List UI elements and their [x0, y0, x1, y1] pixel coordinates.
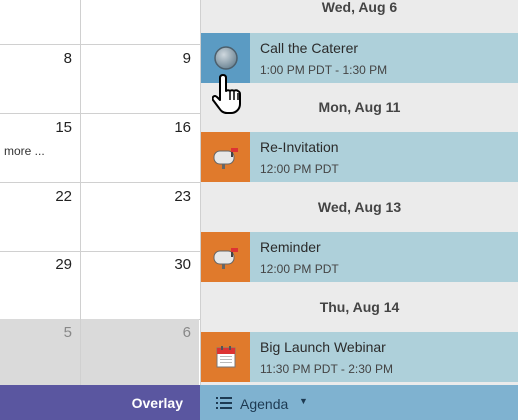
agenda-view-dropdown[interactable]: Agenda ▼ — [200, 385, 518, 420]
chevron-down-icon: ▼ — [299, 396, 308, 406]
agenda-event[interactable]: Big Launch Webinar 11:30 PM PDT - 2:30 P… — [201, 332, 518, 382]
mailbox-icon — [201, 232, 250, 282]
list-icon — [216, 397, 232, 409]
day-number: 8 — [63, 50, 72, 67]
event-time: 12:00 PM PDT — [260, 162, 339, 176]
overlay-tab-label: Overlay — [131, 395, 183, 411]
agenda-event[interactable]: Re-Invitation 12:00 PM PDT — [201, 132, 518, 182]
calendar-day-cell[interactable]: 9 — [81, 45, 199, 113]
calendar-day-cell[interactable]: 30 — [81, 251, 199, 319]
agenda-event[interactable]: Reminder 12:00 PM PDT — [201, 232, 518, 282]
agenda-date-header: Wed, Aug 6 — [321, 0, 398, 15]
day-number: 23 — [174, 188, 191, 205]
calendar-icon — [201, 332, 250, 382]
calendar-day-cell[interactable] — [0, 0, 81, 44]
event-title: Call the Caterer — [260, 40, 359, 56]
event-title: Reminder — [260, 239, 321, 255]
event-title: Re-Invitation — [260, 139, 339, 155]
calendar-week-row: 5 6 — [0, 319, 200, 385]
overlay-tab[interactable]: Overlay — [0, 385, 200, 420]
month-calendar: 8 9 15 more ... 16 22 23 29 30 5 6 — [0, 0, 201, 385]
calendar-week-row: 22 23 — [0, 183, 200, 252]
day-number: 22 — [55, 188, 72, 205]
day-number: 29 — [55, 256, 72, 273]
day-number: 16 — [174, 119, 191, 136]
day-number: 5 — [63, 324, 72, 341]
calendar-day-cell[interactable]: 16 — [81, 114, 199, 182]
agenda-date-header: Wed, Aug 13 — [317, 199, 402, 215]
calendar-day-cell[interactable]: 8 — [0, 45, 81, 113]
agenda-list: Wed, Aug 6 Call the Caterer 1:00 PM PDT … — [201, 0, 518, 385]
mailbox-icon — [201, 132, 250, 182]
day-number: 6 — [182, 324, 191, 341]
day-number: 15 — [55, 119, 72, 136]
hand-cursor-icon — [212, 74, 241, 114]
event-time: 11:30 PM PDT - 2:30 PM — [260, 362, 393, 376]
event-time: 1:00 PM PDT - 1:30 PM — [260, 63, 388, 77]
calendar-week-row — [0, 0, 200, 45]
calendar-week-row: 29 30 — [0, 251, 200, 320]
calendar-day-cell[interactable]: 5 — [0, 319, 81, 385]
calendar-day-cell[interactable]: 22 — [0, 183, 81, 251]
calendar-week-row: 8 9 — [0, 45, 200, 114]
calendar-day-cell[interactable]: 6 — [81, 319, 199, 385]
agenda-date-header: Thu, Aug 14 — [319, 299, 400, 315]
view-switcher-bar: Overlay Agenda ▼ — [0, 385, 518, 420]
event-title: Big Launch Webinar — [260, 339, 386, 355]
agenda-view-label: Agenda — [240, 396, 289, 412]
calendar-week-row: 15 more ... 16 — [0, 114, 200, 183]
calendar-day-cell[interactable]: 29 — [0, 251, 81, 319]
event-time: 12:00 PM PDT — [260, 262, 339, 276]
calendar-day-cell[interactable]: 15 more ... — [0, 114, 81, 182]
calendar-day-cell[interactable]: 23 — [81, 183, 199, 251]
day-number: 9 — [182, 50, 191, 67]
calendar-day-cell[interactable] — [81, 0, 199, 44]
day-number: 30 — [174, 256, 191, 273]
more-events-link[interactable]: more ... — [4, 144, 45, 158]
